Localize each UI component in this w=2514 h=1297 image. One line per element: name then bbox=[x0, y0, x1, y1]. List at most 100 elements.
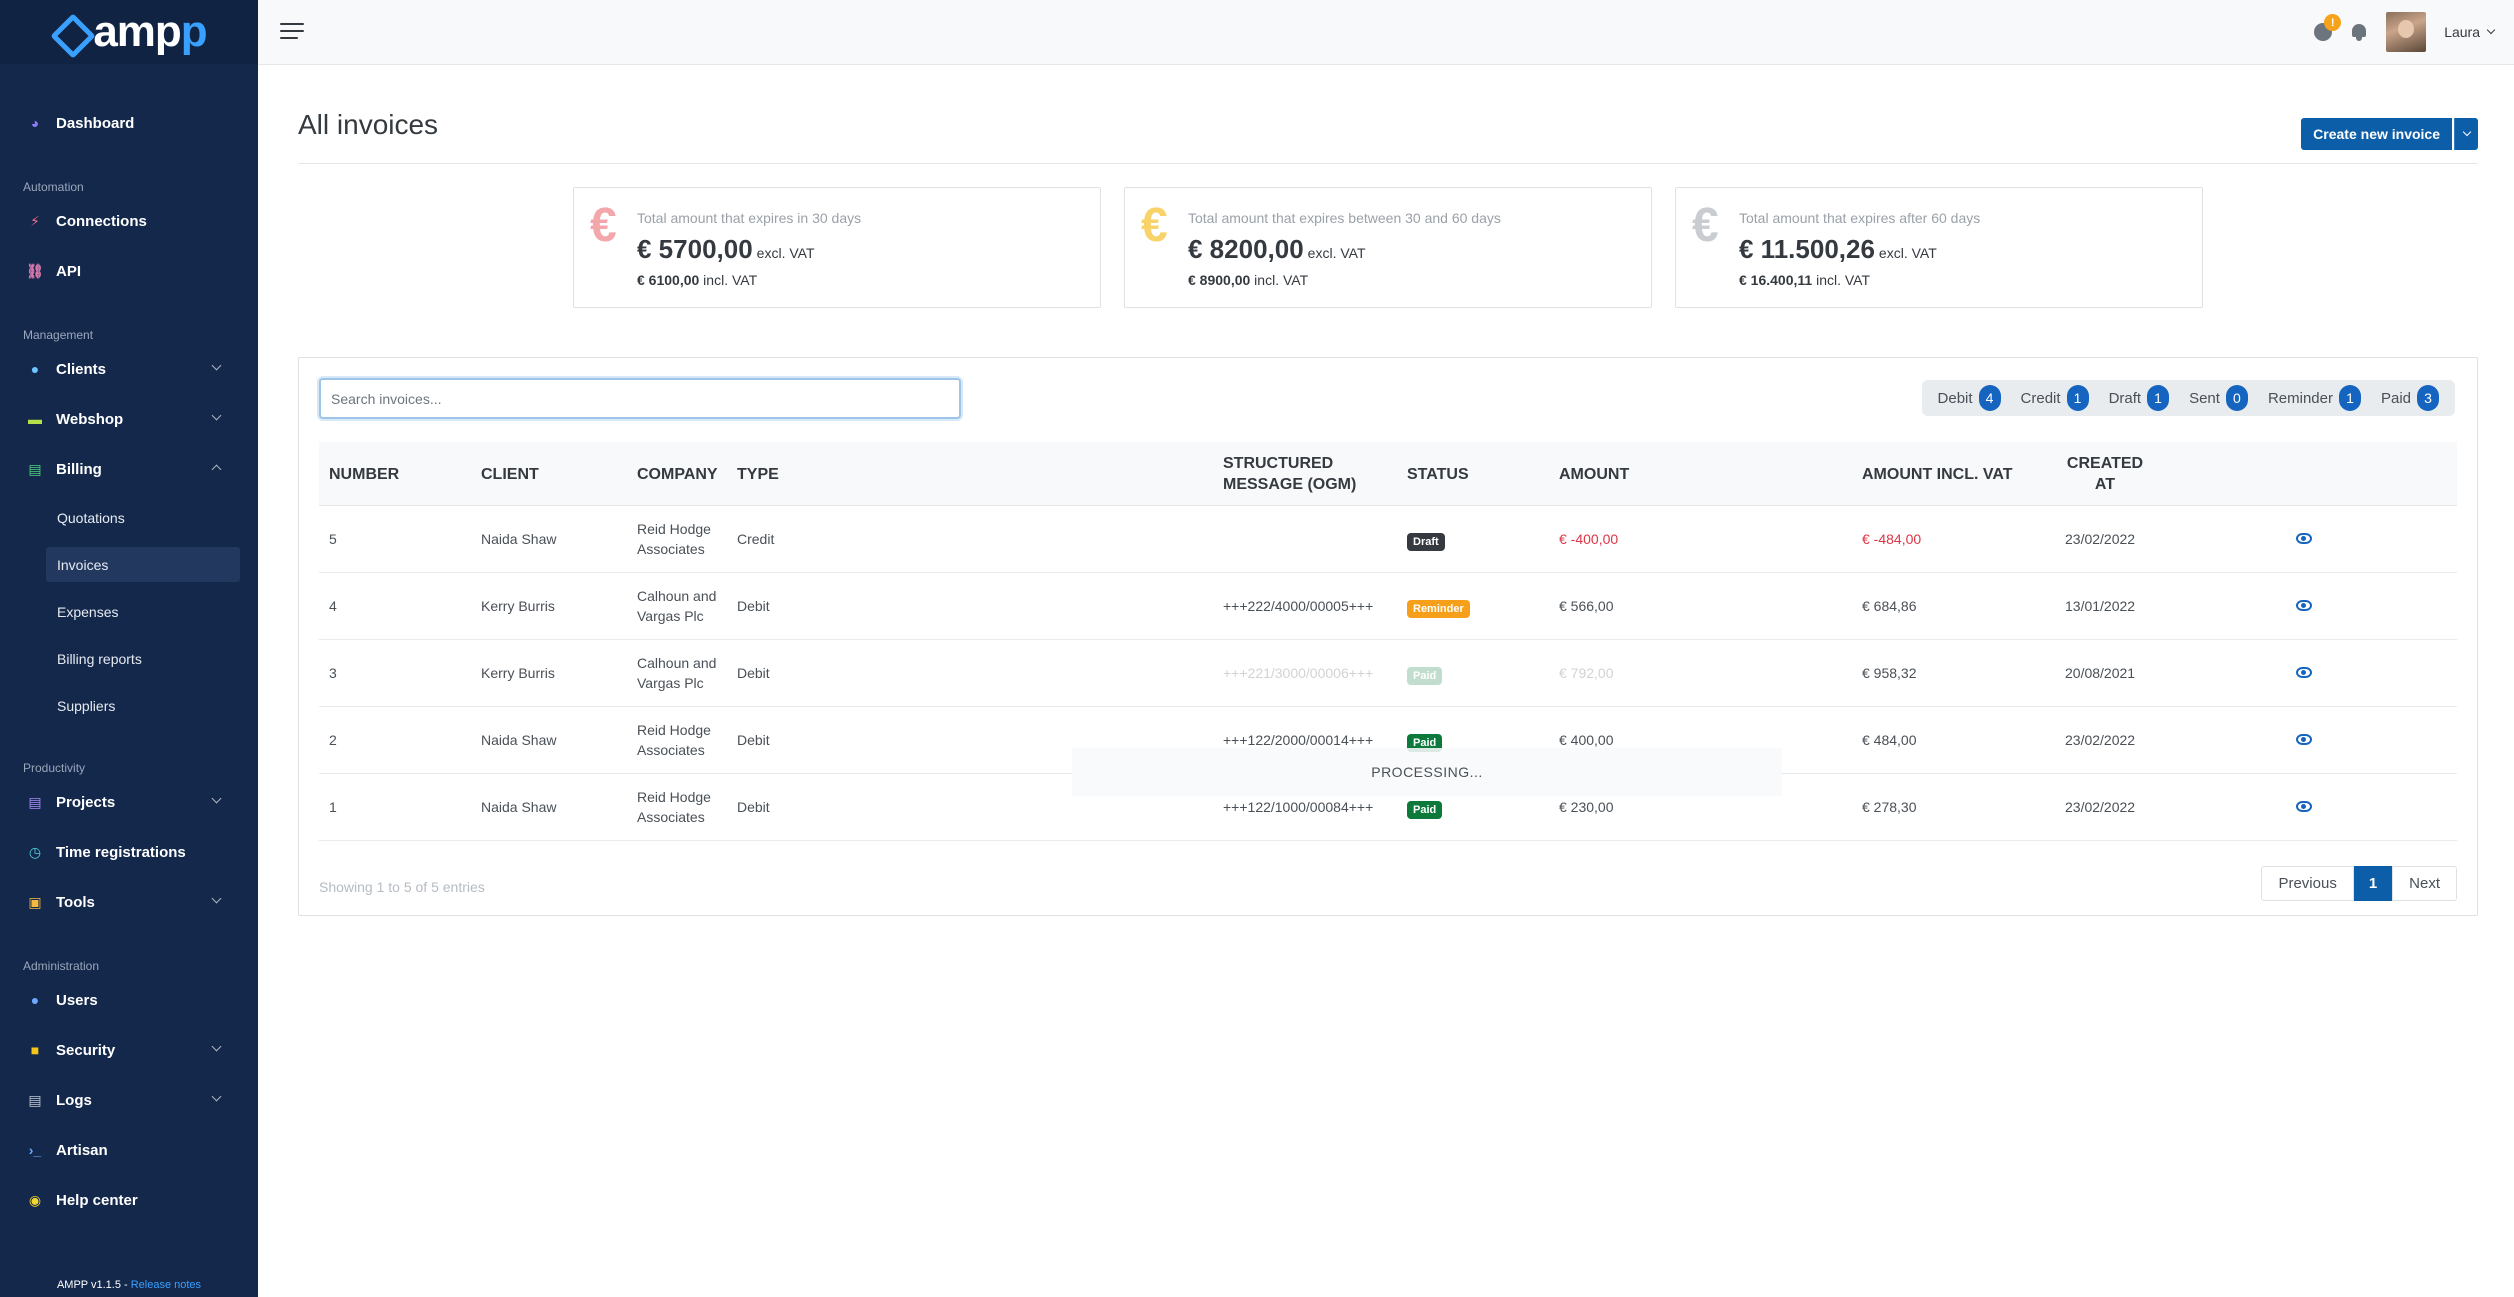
filter-sent[interactable]: Sent 0 bbox=[2179, 380, 2258, 416]
eye-icon[interactable] bbox=[2296, 533, 2312, 544]
sidebar-item-webshop[interactable]: ▬ Webshop bbox=[0, 394, 258, 444]
invoice-icon: ▤ bbox=[28, 460, 42, 477]
ampp-logo-icon bbox=[51, 14, 87, 50]
page-title: All invoices bbox=[298, 109, 439, 140]
lifebuoy-icon: ◉ bbox=[28, 1191, 42, 1208]
eye-icon[interactable] bbox=[2296, 734, 2312, 745]
stopwatch-icon[interactable]: ! bbox=[2314, 14, 2342, 41]
clipboard-icon: ▤ bbox=[28, 793, 42, 810]
filter-paid[interactable]: Paid 3 bbox=[2371, 380, 2449, 416]
sidebar-item-label: Help center bbox=[56, 1191, 138, 1209]
eye-icon[interactable] bbox=[2296, 801, 2312, 812]
col-amount[interactable]: AMOUNT bbox=[1559, 464, 1629, 485]
sidebar-item-logs[interactable]: ▤ Logs bbox=[0, 1075, 258, 1125]
sidebar-item-projects[interactable]: ▤ Projects bbox=[0, 777, 258, 827]
previous-page-button[interactable]: Previous bbox=[2261, 866, 2354, 901]
sidebar-item-dashboard[interactable]: ◕ Dashboard bbox=[0, 98, 258, 148]
col-ogm[interactable]: STRUCTURED MESSAGE (OGM) bbox=[1223, 453, 1356, 495]
col-number[interactable]: NUMBER bbox=[329, 464, 399, 485]
sidebar-item-users[interactable]: ● Users bbox=[0, 975, 258, 1025]
cell-amount-vat: € -484,00 bbox=[1862, 531, 1922, 547]
sidebar-item-label: Connections bbox=[56, 212, 147, 230]
table-row[interactable]: 3 Kerry Burris Calhoun and Vargas Plc Debit +… bbox=[319, 640, 2457, 707]
user-menu[interactable]: Laura bbox=[2444, 24, 2496, 40]
menu-toggle-icon[interactable] bbox=[280, 22, 304, 40]
sidebar-subitem-suppliers[interactable]: Suppliers bbox=[0, 682, 258, 729]
col-client[interactable]: CLIENT bbox=[481, 464, 539, 485]
filter-label: Debit bbox=[1937, 389, 1973, 407]
release-notes-link[interactable]: Release notes bbox=[131, 1279, 201, 1291]
topbar: ! Laura bbox=[258, 0, 2514, 65]
filter-credit[interactable]: Credit 1 bbox=[2011, 380, 2099, 416]
filter-count-badge: 1 bbox=[2147, 385, 2170, 411]
page-1-button[interactable]: 1 bbox=[2353, 866, 2393, 901]
chevron-down-icon bbox=[211, 360, 222, 371]
search-input[interactable] bbox=[319, 378, 961, 419]
divider bbox=[298, 163, 2478, 164]
sidebar-section-label: Automation bbox=[23, 180, 84, 194]
card-incl-vat: € 6100,00 incl. VAT bbox=[637, 272, 758, 288]
sidebar-item-label: Time registrations bbox=[56, 843, 186, 861]
cell-type: Debit bbox=[737, 665, 770, 681]
chevron-down-icon bbox=[2486, 25, 2496, 35]
sidebar-subitem-billing-reports[interactable]: Billing reports bbox=[0, 635, 258, 682]
sidebar-item-billing[interactable]: ▤ Billing bbox=[0, 444, 258, 494]
status-badge: Draft bbox=[1407, 533, 1445, 551]
col-created-at[interactable]: CREATED AT bbox=[2065, 453, 2145, 495]
cell-created-at: 13/01/2022 bbox=[2065, 598, 2136, 614]
pagination: Previous 1 Next bbox=[2261, 866, 2457, 901]
cell-amount: € 400,00 bbox=[1559, 732, 1614, 748]
sidebar-item-time-registrations[interactable]: ◷ Time registrations bbox=[0, 827, 258, 877]
sidebar-subitem-expenses[interactable]: Expenses bbox=[0, 588, 258, 635]
table-row[interactable]: 5 Naida Shaw Reid Hodge Associates Credit Dra… bbox=[319, 506, 2457, 573]
cell-amount-vat: € 958,32 bbox=[1862, 665, 1917, 681]
palette-icon: ◕ bbox=[30, 115, 40, 131]
sidebar-item-tools[interactable]: ▣ Tools bbox=[0, 877, 258, 927]
cell-type: Debit bbox=[737, 799, 770, 815]
plug-icon: ⚡ bbox=[30, 212, 40, 229]
cell-client: Naida Shaw bbox=[481, 799, 557, 815]
cell-status: Reminder bbox=[1407, 597, 1470, 618]
eye-icon[interactable] bbox=[2296, 600, 2312, 611]
sidebar-item-connections[interactable]: ⚡ Connections bbox=[0, 196, 258, 246]
filter-label: Draft bbox=[2108, 389, 2142, 407]
cell-ogm: +++122/1000/00084+++ bbox=[1223, 799, 1374, 815]
filter-debit[interactable]: Debit 4 bbox=[1928, 380, 2011, 416]
create-invoice-button[interactable]: Create new invoice bbox=[2301, 118, 2452, 150]
filter-count-badge: 1 bbox=[2066, 385, 2089, 411]
col-status[interactable]: STATUS bbox=[1407, 464, 1469, 485]
col-company[interactable]: COMPANY bbox=[637, 464, 718, 485]
sidebar-section-label: Management bbox=[23, 328, 94, 342]
sidebar-item-api[interactable]: ⛓ API bbox=[0, 246, 258, 296]
sidebar-subitem-label: Suppliers bbox=[57, 697, 116, 714]
filter-count-badge: 0 bbox=[2225, 385, 2248, 411]
sidebar-item-label: API bbox=[56, 262, 82, 280]
timer-alert-badge: ! bbox=[2324, 14, 2342, 31]
brand[interactable]: ampp bbox=[0, 0, 258, 64]
sidebar-item-help-center[interactable]: ◉ Help center bbox=[0, 1175, 258, 1225]
sidebar-item-security[interactable]: ■ Security bbox=[0, 1025, 258, 1075]
filter-draft[interactable]: Draft 1 bbox=[2099, 380, 2180, 416]
log-icon: ▤ bbox=[28, 1091, 42, 1108]
next-page-button[interactable]: Next bbox=[2392, 866, 2457, 901]
chevron-down-icon bbox=[211, 1091, 222, 1102]
euro-icon: € bbox=[1141, 199, 1168, 252]
create-invoice-dropdown-icon[interactable] bbox=[2454, 118, 2478, 150]
sidebar-subitem-quotations[interactable]: Quotations bbox=[0, 494, 258, 541]
sidebar-item-clients[interactable]: ● Clients bbox=[0, 344, 258, 394]
sidebar-subitem-invoices[interactable]: Invoices bbox=[0, 541, 258, 588]
table-row[interactable]: 4 Kerry Burris Calhoun and Vargas Plc Debit +… bbox=[319, 573, 2457, 640]
eye-icon[interactable] bbox=[2296, 667, 2312, 678]
sidebar-subitem-label: Expenses bbox=[57, 603, 119, 620]
col-type[interactable]: TYPE bbox=[737, 464, 779, 485]
col-amount-vat[interactable]: AMOUNT INCL. VAT bbox=[1862, 464, 2013, 485]
sidebar-item-artisan[interactable]: ›_ Artisan bbox=[0, 1125, 258, 1175]
filter-reminder[interactable]: Reminder 1 bbox=[2258, 380, 2371, 416]
cell-number: 1 bbox=[329, 799, 337, 815]
avatar[interactable] bbox=[2386, 12, 2427, 52]
bell-icon[interactable] bbox=[2350, 23, 2368, 41]
cell-amount-vat: € 484,00 bbox=[1862, 732, 1917, 748]
main-content: All invoices Create new invoice € Total a… bbox=[258, 65, 2514, 1297]
sidebar-item-label: Logs bbox=[56, 1091, 92, 1109]
summary-card: € Total amount that expires after 60 days… bbox=[1675, 187, 2203, 308]
